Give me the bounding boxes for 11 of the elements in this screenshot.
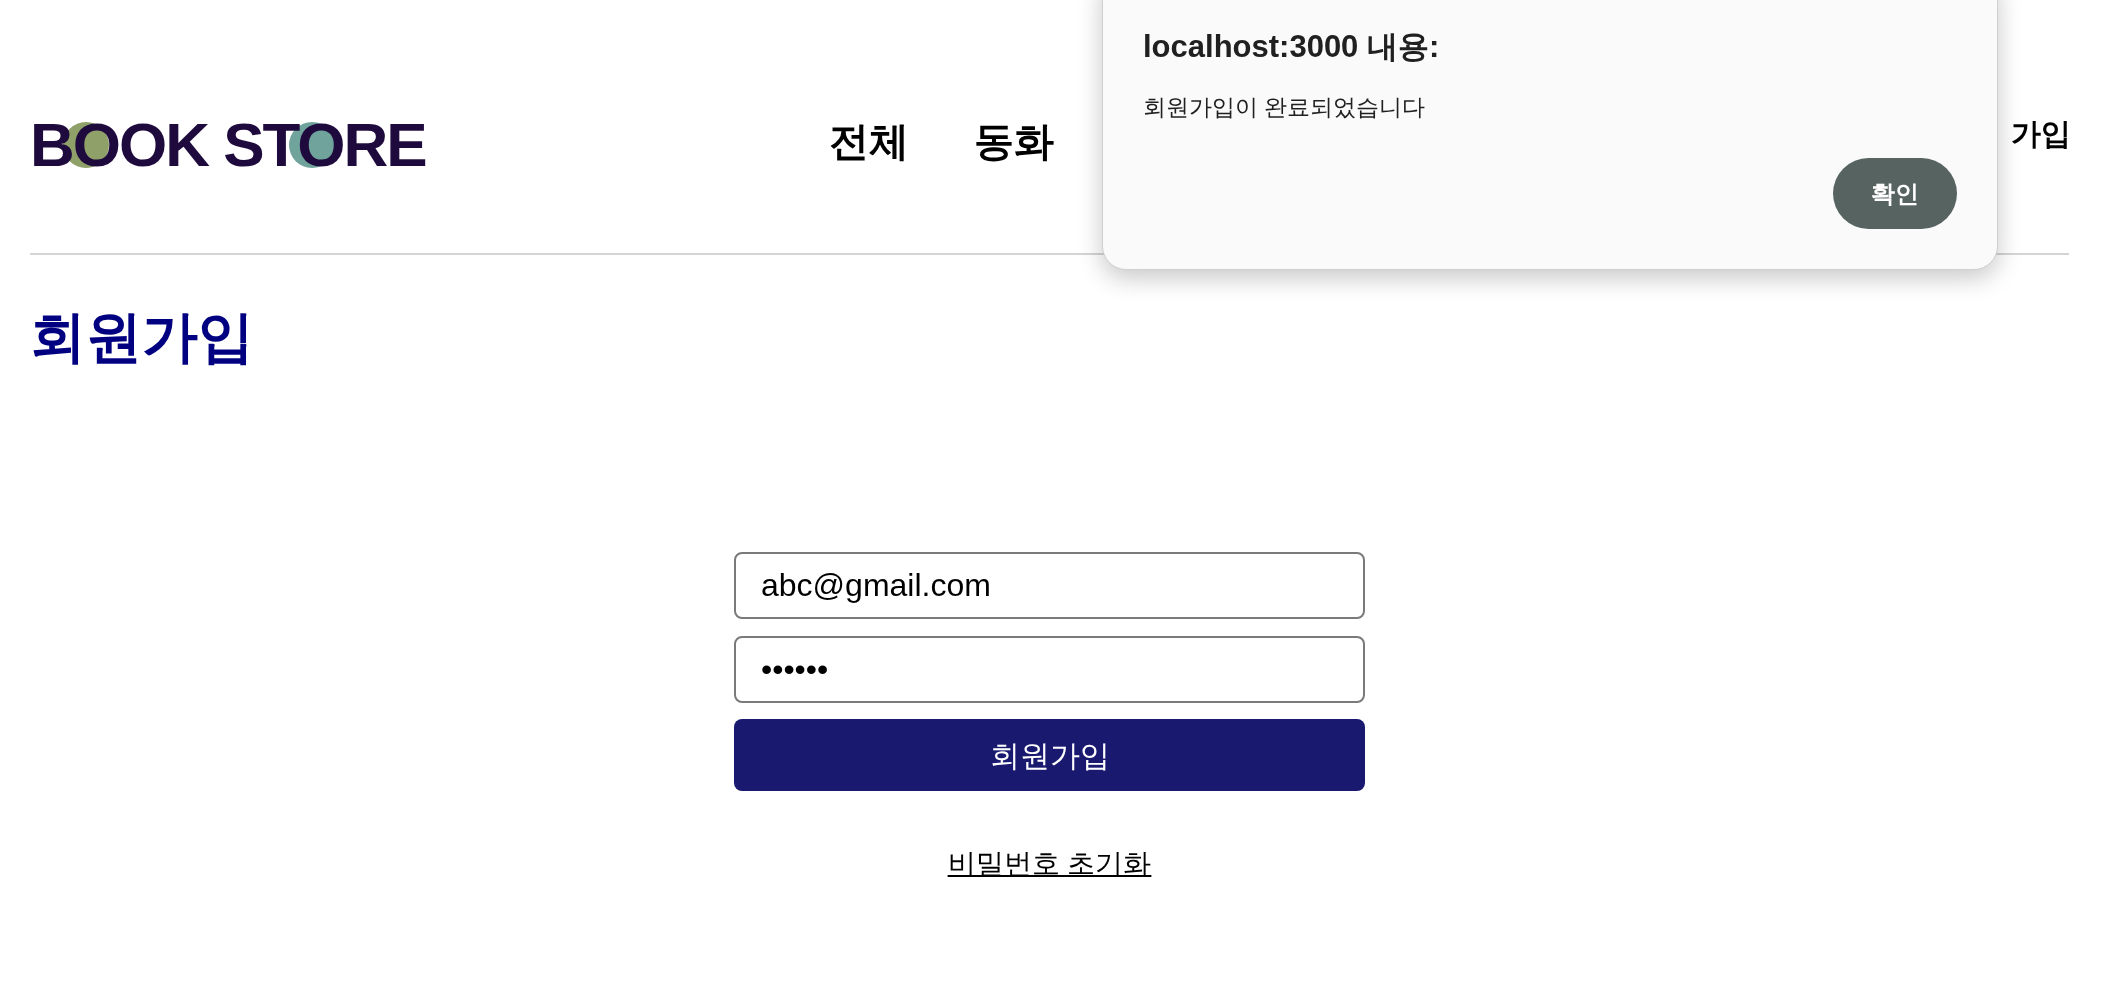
nav-link[interactable]: 동화 [974, 115, 1054, 166]
password-field[interactable]: •••••• [734, 636, 1365, 704]
email-field[interactable]: abc@gmail.com [734, 552, 1365, 620]
signup-link[interactable]: 가입 [2011, 114, 2071, 153]
confirm-button[interactable]: 확인 [1833, 158, 1957, 229]
signup-button[interactable]: 회원가입 [734, 719, 1365, 792]
dialog-title: localhost:3000 내용: [1143, 28, 1440, 66]
nav-link[interactable]: 전체 [829, 115, 909, 166]
dialog-message: 회원가입이 완료되었습니다 [1143, 92, 1426, 122]
page-title: 회원가입 [30, 304, 254, 370]
password-reset-link[interactable]: 비밀번호 초기화 [947, 843, 1152, 886]
